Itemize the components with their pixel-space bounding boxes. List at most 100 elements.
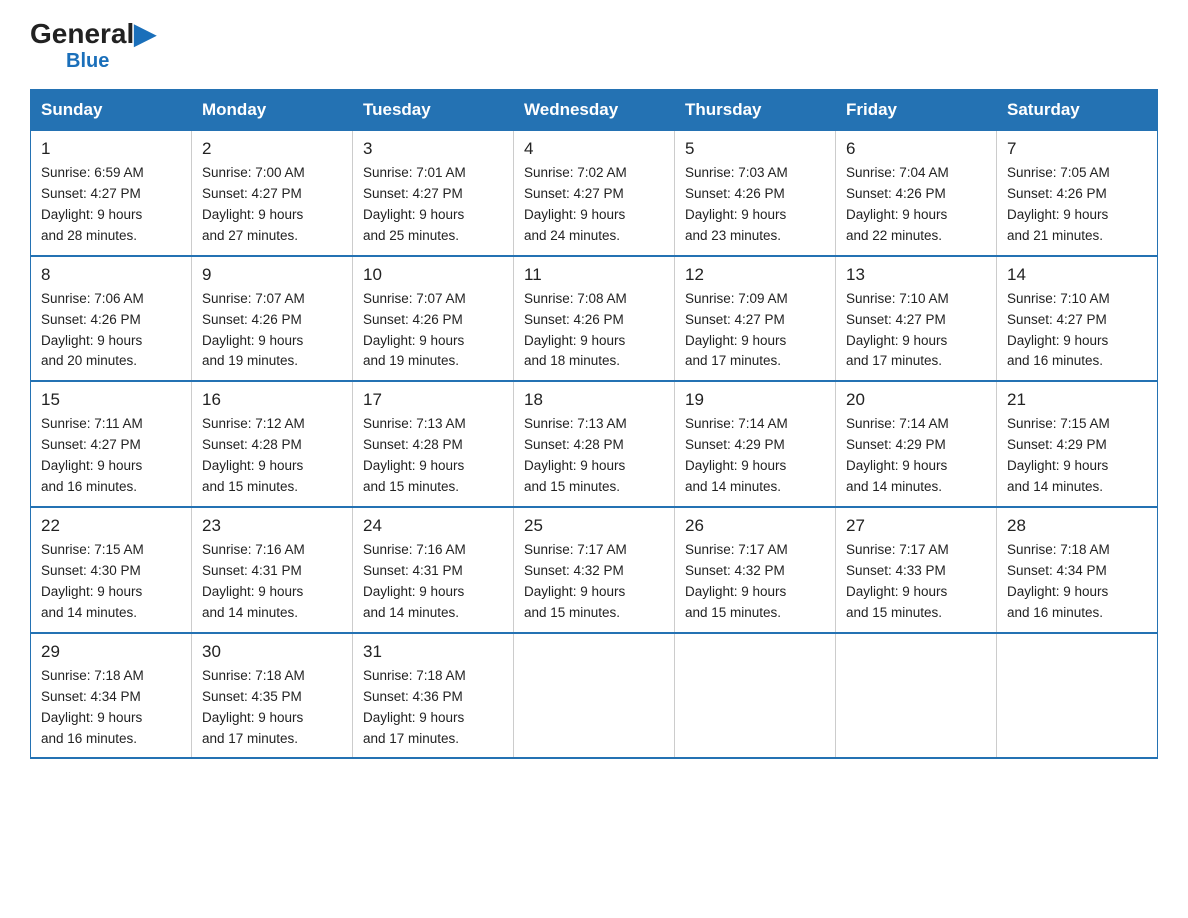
day-number: 29 [41,642,181,662]
column-header-tuesday: Tuesday [353,90,514,131]
calendar-cell: 24 Sunrise: 7:16 AMSunset: 4:31 PMDayligh… [353,507,514,633]
day-info: Sunrise: 7:14 AMSunset: 4:29 PMDaylight:… [846,414,986,498]
day-number: 8 [41,265,181,285]
day-info: Sunrise: 7:16 AMSunset: 4:31 PMDaylight:… [363,540,503,624]
calendar-cell: 8 Sunrise: 7:06 AMSunset: 4:26 PMDaylight… [31,256,192,382]
day-number: 21 [1007,390,1147,410]
calendar-cell: 14Sunrise: 7:10 AMSunset: 4:27 PMDayligh… [997,256,1158,382]
calendar-table: SundayMondayTuesdayWednesdayThursdayFrid… [30,89,1158,759]
calendar-cell: 12Sunrise: 7:09 AMSunset: 4:27 PMDayligh… [675,256,836,382]
calendar-cell: 25 Sunrise: 7:17 AMSunset: 4:32 PMDayligh… [514,507,675,633]
day-number: 24 [363,516,503,536]
day-info: Sunrise: 7:17 AMSunset: 4:33 PMDaylight:… [846,540,986,624]
day-number: 26 [685,516,825,536]
logo-general: General▶ [30,20,156,48]
calendar-cell: 31 Sunrise: 7:18 AMSunset: 4:36 PMDayligh… [353,633,514,759]
day-number: 14 [1007,265,1147,285]
calendar-cell [514,633,675,759]
day-info: Sunrise: 7:18 AMSunset: 4:36 PMDaylight:… [363,666,503,750]
day-number: 2 [202,139,342,159]
day-number: 18 [524,390,664,410]
day-info: Sunrise: 7:17 AMSunset: 4:32 PMDaylight:… [685,540,825,624]
day-number: 16 [202,390,342,410]
day-number: 5 [685,139,825,159]
calendar-cell: 23Sunrise: 7:16 AMSunset: 4:31 PMDayligh… [192,507,353,633]
calendar-cell: 15 Sunrise: 7:11 AMSunset: 4:27 PMDayligh… [31,381,192,507]
calendar-week-row: 1 Sunrise: 6:59 AMSunset: 4:27 PMDaylight… [31,131,1158,256]
day-info: Sunrise: 7:17 AMSunset: 4:32 PMDaylight:… [524,540,664,624]
calendar-cell: 21 Sunrise: 7:15 AMSunset: 4:29 PMDayligh… [997,381,1158,507]
calendar-cell: 20 Sunrise: 7:14 AMSunset: 4:29 PMDayligh… [836,381,997,507]
day-number: 7 [1007,139,1147,159]
day-number: 19 [685,390,825,410]
calendar-cell: 26 Sunrise: 7:17 AMSunset: 4:32 PMDayligh… [675,507,836,633]
calendar-week-row: 29 Sunrise: 7:18 AMSunset: 4:34 PMDayligh… [31,633,1158,759]
day-info: Sunrise: 7:10 AMSunset: 4:27 PMDaylight:… [846,289,986,373]
day-info: Sunrise: 7:01 AMSunset: 4:27 PMDaylight:… [363,163,503,247]
day-number: 12 [685,265,825,285]
day-info: Sunrise: 7:14 AMSunset: 4:29 PMDaylight:… [685,414,825,498]
day-info: Sunrise: 7:18 AMSunset: 4:34 PMDaylight:… [41,666,181,750]
day-info: Sunrise: 7:12 AMSunset: 4:28 PMDaylight:… [202,414,342,498]
calendar-cell: 7 Sunrise: 7:05 AMSunset: 4:26 PMDaylight… [997,131,1158,256]
day-info: Sunrise: 7:00 AMSunset: 4:27 PMDaylight:… [202,163,342,247]
day-number: 3 [363,139,503,159]
day-number: 17 [363,390,503,410]
day-number: 15 [41,390,181,410]
day-info: Sunrise: 7:04 AMSunset: 4:26 PMDaylight:… [846,163,986,247]
page-header: General▶ Blue [30,20,1158,73]
day-info: Sunrise: 7:18 AMSunset: 4:35 PMDaylight:… [202,666,342,750]
day-number: 10 [363,265,503,285]
calendar-cell: 9 Sunrise: 7:07 AMSunset: 4:26 PMDaylight… [192,256,353,382]
calendar-header-row: SundayMondayTuesdayWednesdayThursdayFrid… [31,90,1158,131]
day-number: 25 [524,516,664,536]
day-info: Sunrise: 7:15 AMSunset: 4:30 PMDaylight:… [41,540,181,624]
calendar-week-row: 8 Sunrise: 7:06 AMSunset: 4:26 PMDaylight… [31,256,1158,382]
logo-blue-text: Blue [66,50,109,73]
calendar-cell: 2 Sunrise: 7:00 AMSunset: 4:27 PMDaylight… [192,131,353,256]
calendar-cell: 30 Sunrise: 7:18 AMSunset: 4:35 PMDayligh… [192,633,353,759]
logo: General▶ Blue [30,20,156,73]
day-number: 13 [846,265,986,285]
logo-triangle-icon: ▶ [134,18,156,49]
calendar-cell: 29 Sunrise: 7:18 AMSunset: 4:34 PMDayligh… [31,633,192,759]
calendar-cell: 19 Sunrise: 7:14 AMSunset: 4:29 PMDayligh… [675,381,836,507]
day-number: 9 [202,265,342,285]
day-info: Sunrise: 7:02 AMSunset: 4:27 PMDaylight:… [524,163,664,247]
day-info: Sunrise: 7:07 AMSunset: 4:26 PMDaylight:… [363,289,503,373]
day-info: Sunrise: 7:08 AMSunset: 4:26 PMDaylight:… [524,289,664,373]
calendar-cell: 13 Sunrise: 7:10 AMSunset: 4:27 PMDayligh… [836,256,997,382]
day-info: Sunrise: 7:06 AMSunset: 4:26 PMDaylight:… [41,289,181,373]
column-header-sunday: Sunday [31,90,192,131]
day-number: 6 [846,139,986,159]
day-number: 31 [363,642,503,662]
day-info: Sunrise: 7:03 AMSunset: 4:26 PMDaylight:… [685,163,825,247]
day-info: Sunrise: 7:13 AMSunset: 4:28 PMDaylight:… [524,414,664,498]
column-header-thursday: Thursday [675,90,836,131]
day-info: Sunrise: 7:11 AMSunset: 4:27 PMDaylight:… [41,414,181,498]
calendar-cell: 1 Sunrise: 6:59 AMSunset: 4:27 PMDaylight… [31,131,192,256]
column-header-monday: Monday [192,90,353,131]
day-number: 28 [1007,516,1147,536]
day-info: Sunrise: 7:15 AMSunset: 4:29 PMDaylight:… [1007,414,1147,498]
calendar-cell: 16 Sunrise: 7:12 AMSunset: 4:28 PMDayligh… [192,381,353,507]
calendar-week-row: 22Sunrise: 7:15 AMSunset: 4:30 PMDayligh… [31,507,1158,633]
calendar-cell: 6 Sunrise: 7:04 AMSunset: 4:26 PMDaylight… [836,131,997,256]
calendar-cell [836,633,997,759]
day-info: Sunrise: 6:59 AMSunset: 4:27 PMDaylight:… [41,163,181,247]
day-number: 11 [524,265,664,285]
calendar-week-row: 15 Sunrise: 7:11 AMSunset: 4:27 PMDayligh… [31,381,1158,507]
calendar-cell: 11 Sunrise: 7:08 AMSunset: 4:26 PMDayligh… [514,256,675,382]
day-number: 20 [846,390,986,410]
calendar-cell: 10 Sunrise: 7:07 AMSunset: 4:26 PMDayligh… [353,256,514,382]
calendar-cell: 3 Sunrise: 7:01 AMSunset: 4:27 PMDaylight… [353,131,514,256]
day-info: Sunrise: 7:16 AMSunset: 4:31 PMDaylight:… [202,540,342,624]
column-header-friday: Friday [836,90,997,131]
calendar-cell: 4Sunrise: 7:02 AMSunset: 4:27 PMDaylight… [514,131,675,256]
calendar-cell [675,633,836,759]
day-info: Sunrise: 7:07 AMSunset: 4:26 PMDaylight:… [202,289,342,373]
calendar-cell [997,633,1158,759]
day-info: Sunrise: 7:05 AMSunset: 4:26 PMDaylight:… [1007,163,1147,247]
day-number: 1 [41,139,181,159]
day-number: 30 [202,642,342,662]
